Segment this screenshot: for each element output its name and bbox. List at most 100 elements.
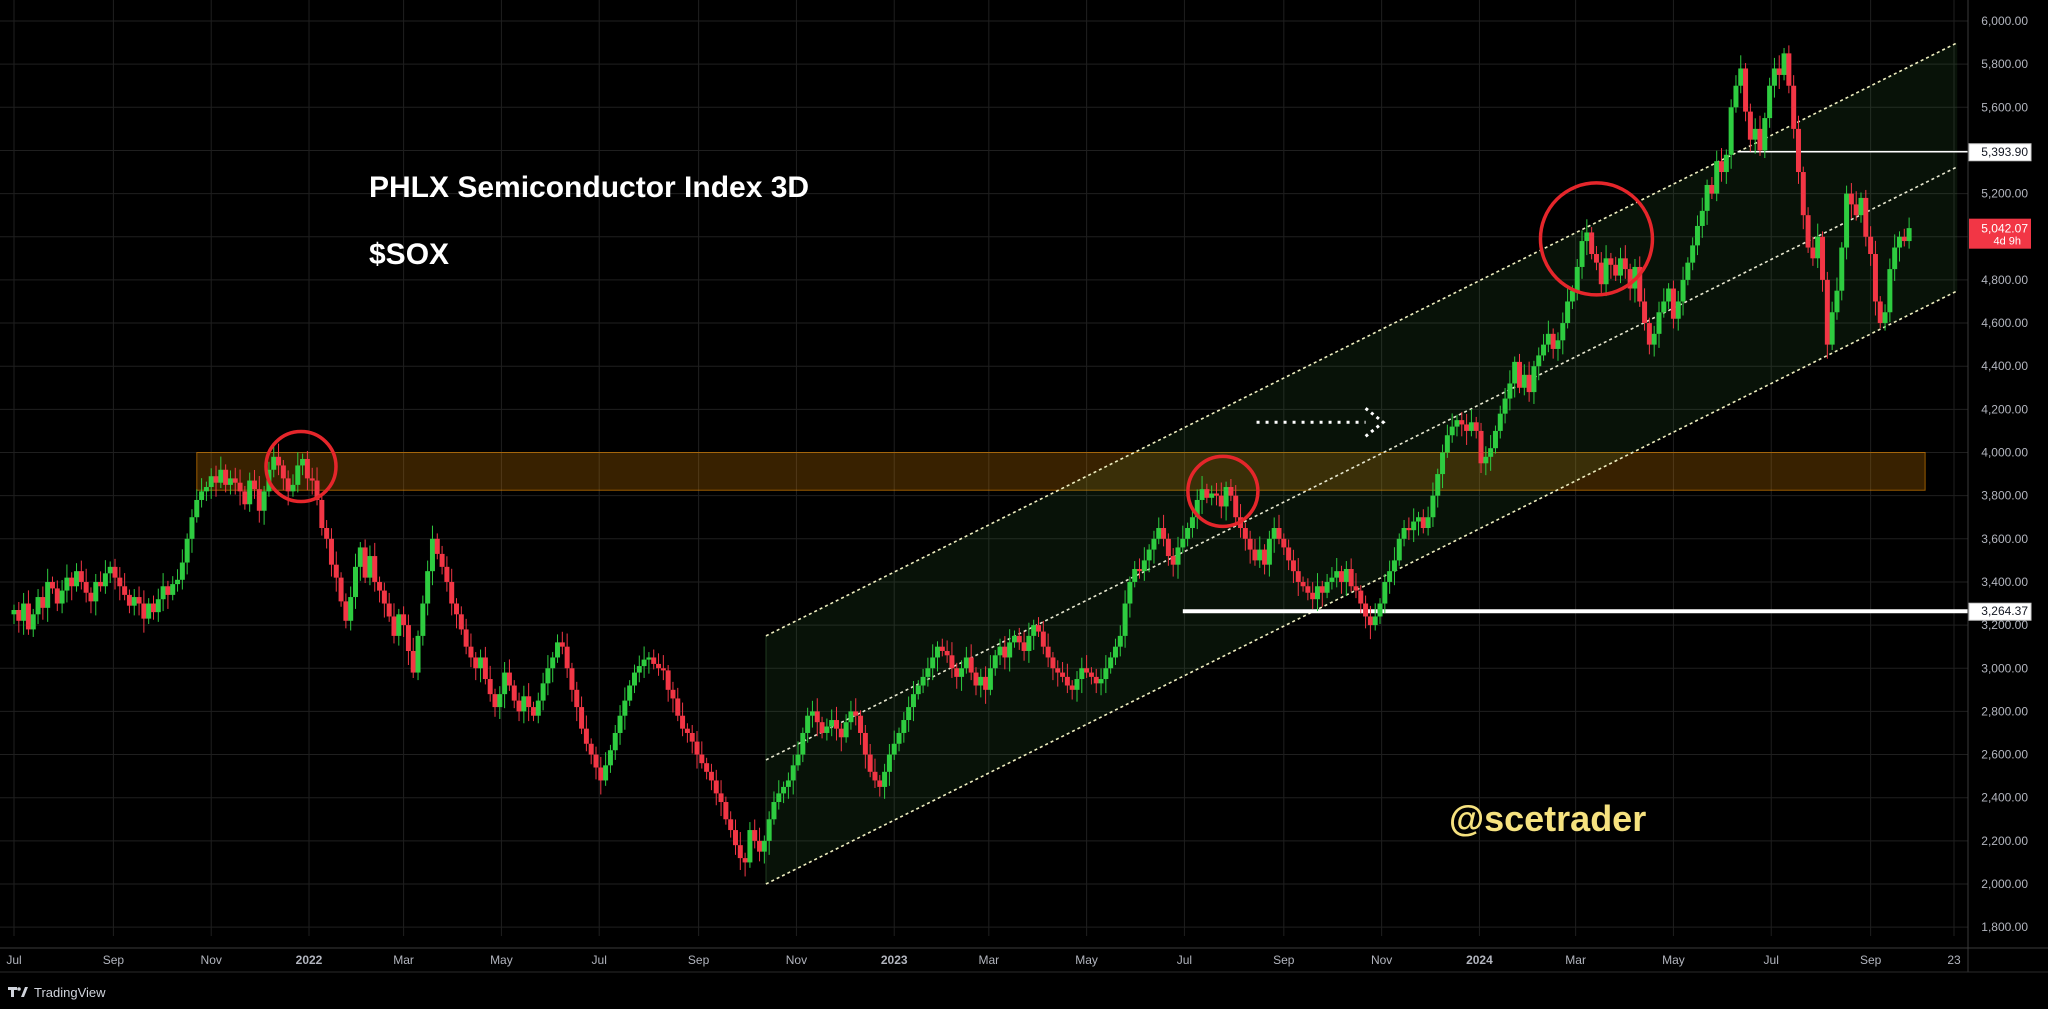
candle-body <box>184 538 190 563</box>
candle-body <box>704 763 710 772</box>
candle-body <box>280 465 286 479</box>
candle-body <box>410 650 416 673</box>
candle-body <box>1271 528 1277 539</box>
candle-body <box>391 616 397 636</box>
candle-body <box>1016 635 1022 643</box>
candle-body <box>1497 413 1503 431</box>
candle-body <box>1449 426 1455 436</box>
candle-body <box>1757 128 1763 151</box>
candle-body <box>1747 111 1753 140</box>
tradingview-footer: TradingView <box>8 982 106 1002</box>
y-tick-label: 5,200.00 <box>1981 187 2028 201</box>
x-tick-label: 2024 <box>1466 953 1493 967</box>
candle-body <box>1093 676 1099 684</box>
candle-body <box>1122 603 1128 636</box>
tradingview-brand: TradingView <box>34 984 106 1000</box>
x-tick-label: 23 <box>1947 953 1961 967</box>
candle-body <box>1733 85 1739 108</box>
x-tick-label: Jul <box>6 953 21 967</box>
y-tick-label: 3,400.00 <box>1981 575 2028 589</box>
candle-body <box>867 754 873 772</box>
candle-body <box>1714 161 1720 194</box>
candle-body <box>1531 366 1537 393</box>
y-tick-label: 5,600.00 <box>1981 100 2028 114</box>
candle-body <box>401 614 407 626</box>
x-tick-label: Nov <box>786 953 807 967</box>
candle-body <box>1608 258 1614 265</box>
candle-body <box>656 663 662 669</box>
candle-body <box>117 577 123 587</box>
candle-body <box>1526 374 1532 393</box>
candle-body <box>757 840 763 852</box>
candle-body <box>21 603 27 621</box>
candle-body <box>319 499 325 529</box>
candle-body <box>1853 204 1859 216</box>
candle-body <box>1618 258 1624 276</box>
candle-body <box>1108 657 1114 669</box>
y-tick-label: 5,800.00 <box>1981 57 2028 71</box>
candle-body <box>1786 53 1792 86</box>
candle-body <box>1339 571 1345 582</box>
candle-body <box>1642 301 1648 324</box>
candle-body <box>1709 184 1715 194</box>
candle-body <box>107 566 113 574</box>
y-tick-label: 4,600.00 <box>1981 316 2028 330</box>
candle-body <box>396 614 402 636</box>
y-tick-label: 2,000.00 <box>1981 877 2028 891</box>
candle-body <box>112 566 118 578</box>
candle-body <box>502 672 508 695</box>
candle-body <box>468 646 474 658</box>
candle-body <box>429 538 435 572</box>
candle-body <box>1858 197 1864 216</box>
candle-body <box>1420 517 1426 529</box>
candle-body <box>1512 361 1518 384</box>
candle-body <box>1834 290 1840 313</box>
candle-body <box>1040 631 1046 647</box>
candle-body <box>25 603 31 630</box>
candle-body <box>1262 549 1268 565</box>
candle-body <box>1656 312 1662 334</box>
candle-body <box>819 722 825 733</box>
watermark-handle: @scetrader <box>1449 798 1646 839</box>
candle-body <box>1146 549 1152 561</box>
candle-body <box>1103 668 1109 680</box>
candle-body <box>1622 258 1628 270</box>
candle-body <box>795 754 801 766</box>
candle-body <box>1502 398 1508 414</box>
candle-body <box>1550 333 1556 349</box>
candle-body <box>295 465 301 485</box>
candle-body <box>1507 383 1513 399</box>
candle-body <box>1666 288 1672 302</box>
candle-body <box>1492 430 1498 449</box>
candle-body <box>983 676 989 690</box>
candle-body <box>1242 528 1248 539</box>
candle-body <box>136 597 142 604</box>
candle-body <box>1882 312 1888 324</box>
x-tick-label: Jul <box>1177 953 1192 967</box>
candle-body <box>1002 646 1008 658</box>
candle-body <box>444 566 450 582</box>
x-tick-label: Sep <box>1860 953 1882 967</box>
candle-body <box>40 597 46 608</box>
candle-body <box>506 672 512 686</box>
candle-body <box>886 754 892 772</box>
candle-body <box>362 547 368 578</box>
candle-body <box>1213 493 1219 496</box>
candle-body <box>285 478 291 492</box>
candle-body <box>482 657 488 680</box>
candle-body <box>1781 53 1787 75</box>
x-tick-label: Sep <box>1273 953 1295 967</box>
candle-body <box>800 732 806 755</box>
candle-body <box>1377 603 1383 617</box>
candle-body <box>1565 301 1571 324</box>
candle-body <box>1329 577 1335 582</box>
candle-body <box>521 696 527 712</box>
candle-body <box>1319 586 1325 593</box>
candle-body <box>1598 262 1604 285</box>
candle-body <box>1613 264 1619 276</box>
candle-body <box>478 657 484 669</box>
candle-body <box>607 750 613 766</box>
candle-body <box>805 715 811 733</box>
candle-body <box>1391 560 1397 572</box>
candle-body <box>1521 374 1527 388</box>
